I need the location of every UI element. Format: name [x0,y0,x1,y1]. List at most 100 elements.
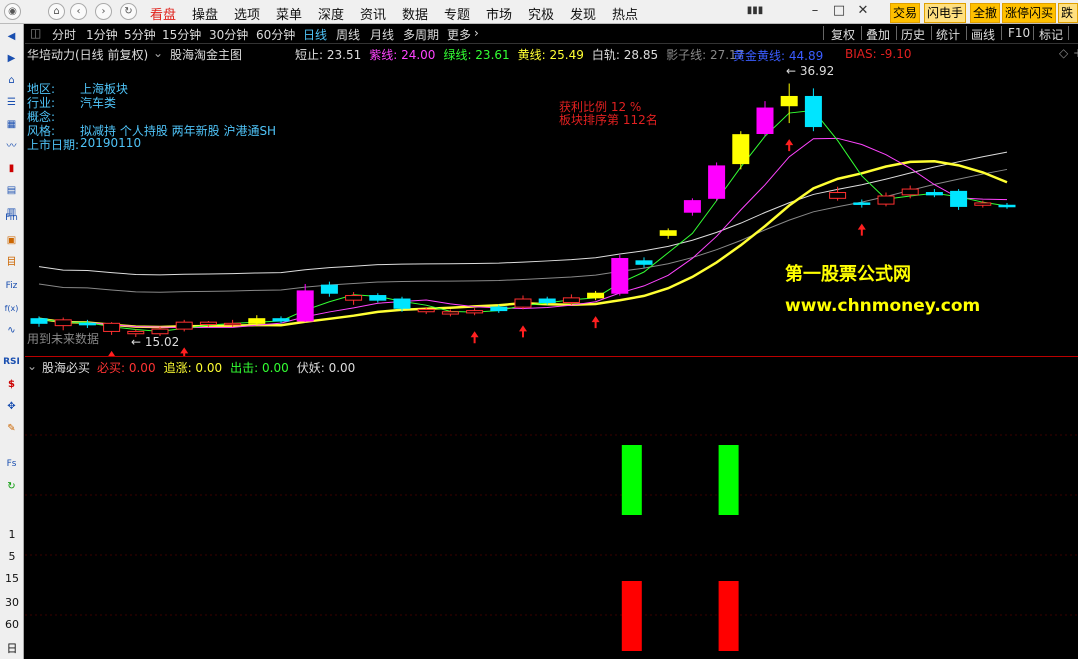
home-icon[interactable]: ⌂ [3,72,20,89]
menu-caopan[interactable]: 操盘 [192,4,218,23]
watermark-url: www.chnmoney.com [785,296,981,316]
candle-body [103,322,121,332]
panel-toggle-icon[interactable]: ◫ [30,26,41,40]
line-chart-icon[interactable]: 〰 [3,138,20,155]
period-daily[interactable]: 日线 [303,26,327,43]
signal-bar-green [718,445,739,515]
stats-button[interactable]: 统计 [936,26,960,43]
candle-body [756,107,774,135]
candle-body [708,165,726,199]
period-30min[interactable]: 30分钟 [209,26,248,43]
buy-arrow-icon [180,347,189,356]
pencil-icon[interactable]: ✎ [3,420,20,437]
rsi-icon[interactable]: RSI [3,354,20,371]
candle-body [490,306,508,312]
indicator-dropdown-icon[interactable]: ⌄ [153,46,163,60]
list-icon[interactable]: ☰ [3,94,20,111]
candle-body [417,308,435,313]
fin-icon[interactable]: Fin [3,210,20,227]
forward-arrow-icon[interactable]: ▶ [3,50,20,67]
high-price-label: ← 36.92 [786,64,835,78]
period-weekly[interactable]: 周线 [336,26,360,43]
menu-redian[interactable]: 热点 [612,4,638,23]
candle-body [78,322,96,326]
news-icon[interactable]: 目 [3,254,20,271]
home-icon[interactable]: ⌂ [48,3,65,20]
period-60[interactable]: 60 [0,616,24,633]
candle-body [562,297,580,303]
draw-button[interactable]: 画线 [971,26,995,43]
menu-bar: ◉ ⌂ ‹ › ↻ 看盘 操盘 选项 菜单 深度 资讯 数据 专题 市场 究极 … [0,0,1078,24]
period-monthly[interactable]: 月线 [370,26,394,43]
trade-button[interactable]: 交易 [890,3,921,23]
limit-down-button[interactable]: 跌 [1058,3,1078,23]
main-indicator-name[interactable]: 股海淘金主图 [170,46,242,63]
move-icon[interactable]: ✥ [3,398,20,415]
sub-dropdown-icon[interactable]: ⌄ [27,359,37,373]
back-icon[interactable]: ‹ [70,3,87,20]
sub-value-3: 伏妖: 0.00 [296,361,356,375]
period-1min[interactable]: 1分钟 [86,26,118,43]
limit-up-buy-button[interactable]: 涨停闪买 [1002,3,1057,23]
period-day[interactable]: 日 [0,640,24,657]
candle-body [466,310,484,314]
expand-icon[interactable]: + [1073,46,1078,60]
table-icon[interactable]: ▤ [3,182,20,199]
mark-button[interactable]: 标记 [1039,26,1063,43]
period-1[interactable]: 1 [0,526,24,543]
menu-faxian[interactable]: 发现 [570,4,596,23]
period-30[interactable]: 30 [0,594,24,611]
refresh-icon[interactable]: ↻ [3,478,20,495]
fs-icon[interactable]: Fs [3,456,20,473]
collapse-icon[interactable]: ◇ [1059,46,1068,60]
history-button[interactable]: 历史 [901,26,925,43]
candle-body [780,95,798,107]
back-arrow-icon[interactable]: ◀ [3,28,20,45]
period-5[interactable]: 5 [0,548,24,565]
candle-body [659,230,677,236]
wave-icon[interactable]: ∿ [3,322,20,339]
separator [1068,26,1069,40]
menu-shichang[interactable]: 市场 [486,4,512,23]
cancel-all-button[interactable]: 全撤 [970,3,1001,23]
menu-shendu[interactable]: 深度 [318,4,344,23]
period-multi[interactable]: 多周期 [403,26,439,43]
menu-kanpan[interactable]: 看盘 [150,4,176,23]
menu-zixun[interactable]: 资讯 [360,4,386,23]
maximize-icon[interactable]: □ [828,2,850,20]
period-60min[interactable]: 60分钟 [256,26,295,43]
minimize-icon[interactable]: – [804,2,826,20]
formula-icon[interactable]: Fiz [3,278,20,295]
grid-icon[interactable]: ▦ [3,116,20,133]
period-more[interactable]: 更多 [447,26,471,43]
forward-icon[interactable]: › [95,3,112,20]
menu-jiuji[interactable]: 究极 [528,4,554,23]
overlay-button[interactable]: 叠加 [866,26,890,43]
candle-body [538,298,556,303]
f10-button[interactable]: F10 [1008,26,1030,40]
chevron-right-icon[interactable]: › [474,26,479,40]
menu-shuju[interactable]: 数据 [402,4,428,23]
period-fenshi[interactable]: 分时 [52,26,76,43]
menu-xuanxiang[interactable]: 选项 [234,4,260,23]
f10-icon[interactable]: ▣ [3,232,20,249]
sub-indicator-name[interactable]: 股海必买 [42,359,90,376]
dollar-icon[interactable]: $ [3,376,20,393]
indicator-values: 短止: 23.51 紫线: 24.00 绿线: 23.61 黄线: 25.49 白轨: … [295,46,752,63]
sub-indicator-chart[interactable] [25,375,1078,659]
refresh-icon[interactable]: ↻ [120,3,137,20]
candle-icon[interactable]: ▮ [3,160,20,177]
indicator-value-2: 绿线: 23.61 [443,48,510,62]
menu-caidan[interactable]: 菜单 [276,4,302,23]
period-15min[interactable]: 15分钟 [162,26,201,43]
close-icon[interactable]: ✕ [852,2,874,20]
sub-value-1: 追涨: 0.00 [163,361,223,375]
menu-zhuanti[interactable]: 专题 [444,4,470,23]
period-5min[interactable]: 5分钟 [124,26,156,43]
period-15[interactable]: 15 [0,570,24,587]
high-price-value: 36.92 [799,64,835,78]
fx-icon[interactable]: f(x) [3,300,20,317]
fuquan-button[interactable]: 复权 [831,26,855,43]
app-logo-icon[interactable]: ◉ [4,3,21,20]
flash-trade-button[interactable]: 闪电手 [924,3,967,23]
